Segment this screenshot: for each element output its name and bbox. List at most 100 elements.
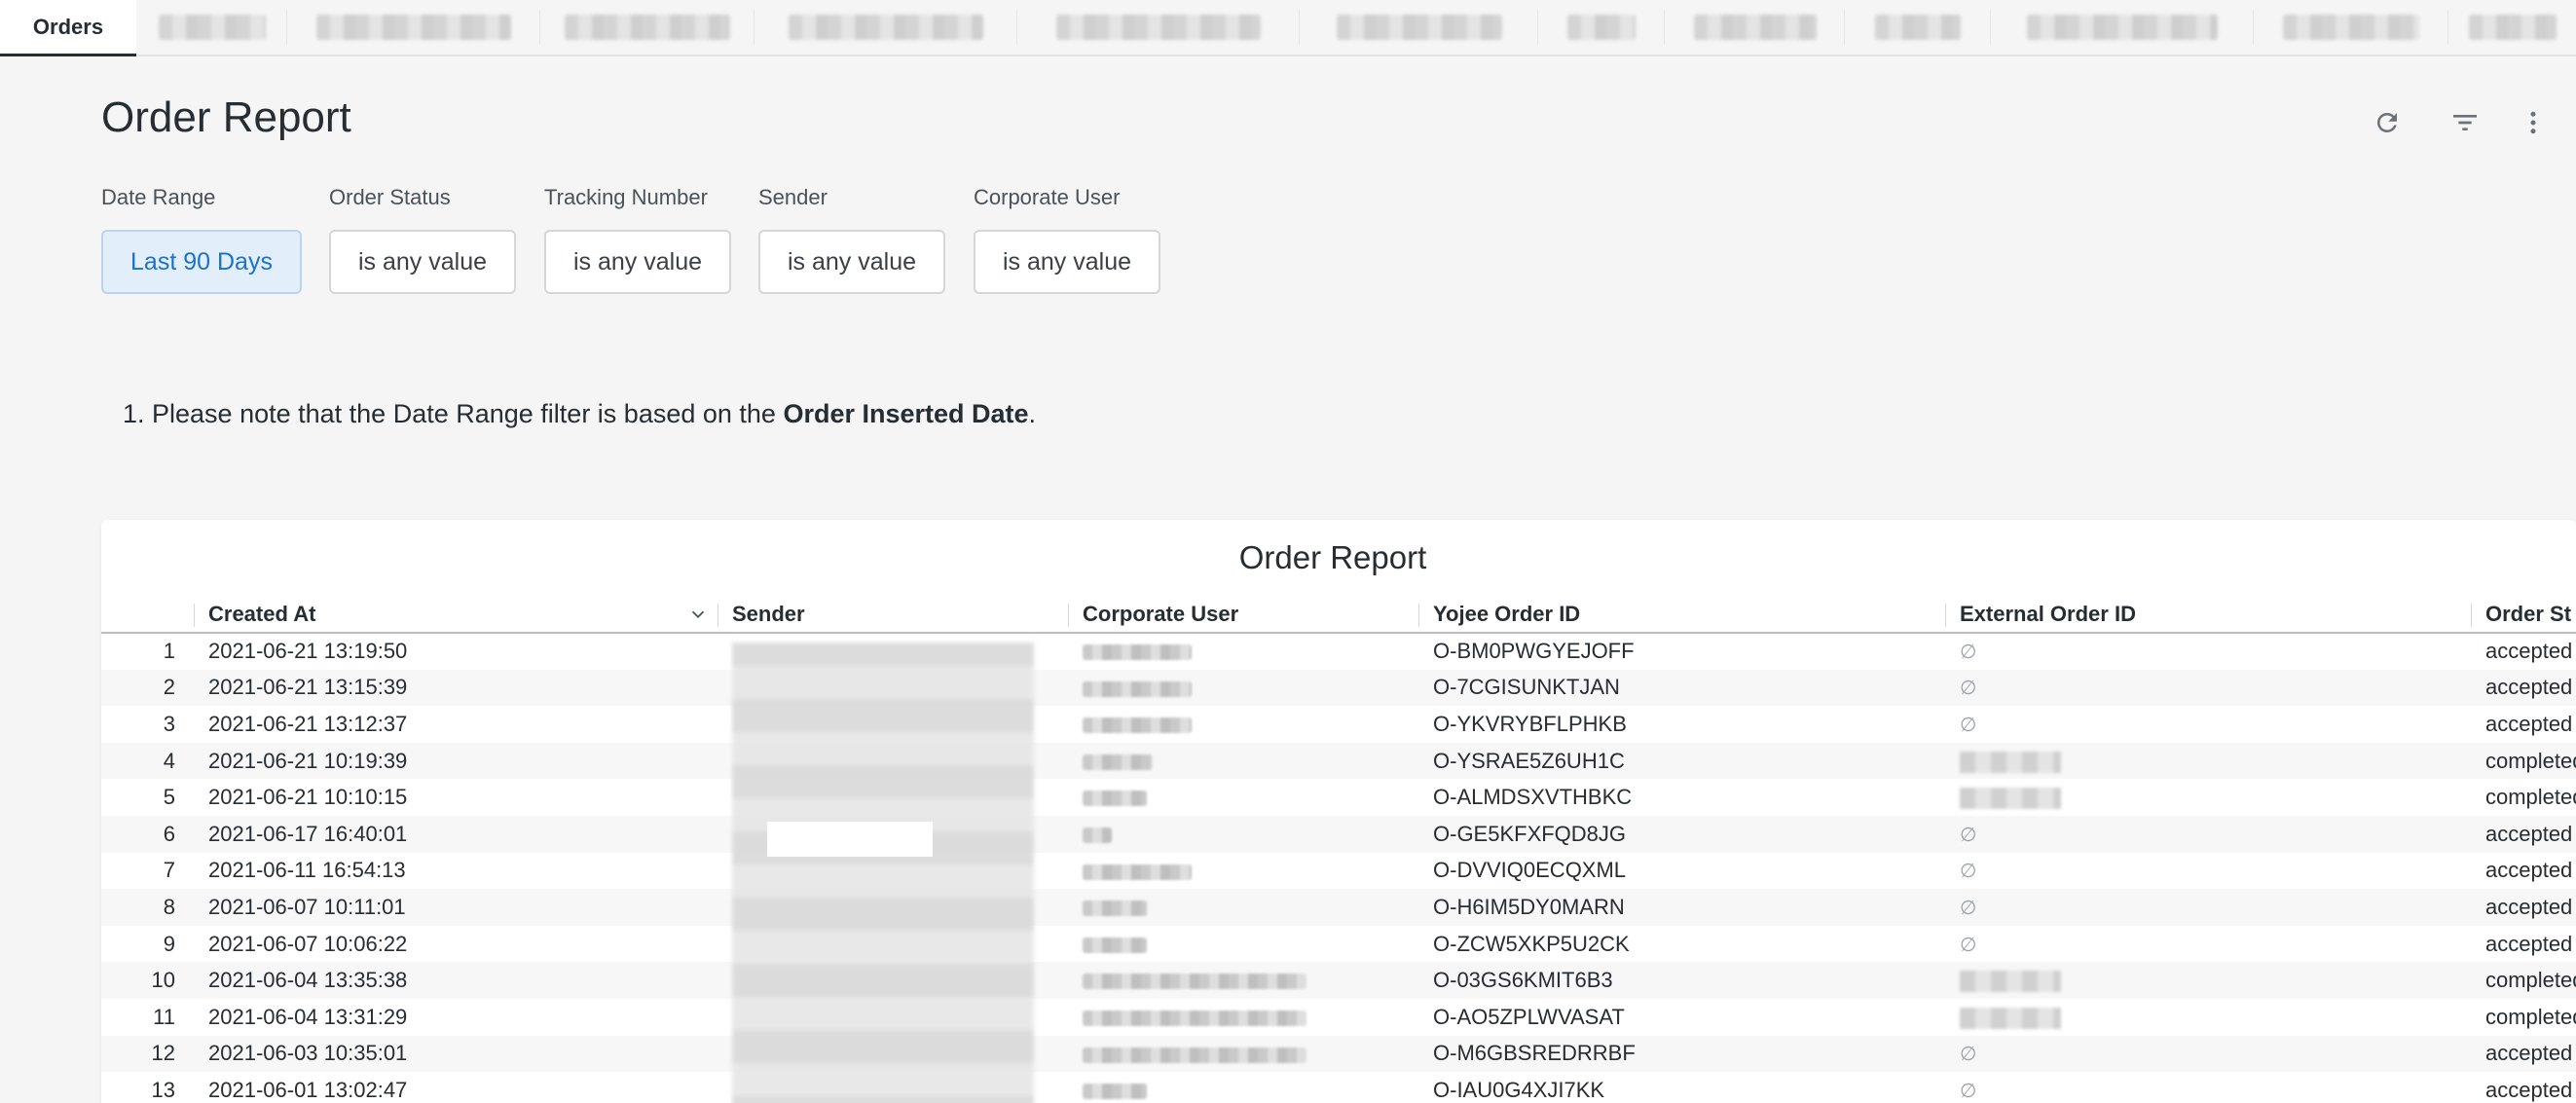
- refresh-icon[interactable]: [2366, 101, 2409, 144]
- table-row[interactable]: 2 2021-06-21 13:15:39 O-7CGISUNKTJAN ∅ accep…: [101, 669, 2576, 707]
- tab-redacted[interactable]: [1300, 0, 1538, 55]
- table-row[interactable]: 11 2021-06-04 13:31:29 O-AO5ZPLWVASAT compl…: [101, 999, 2576, 1036]
- tab-redacted[interactable]: [136, 0, 287, 55]
- yojee-order-id-cell[interactable]: O-03GS6KMIT6B3: [1419, 962, 1946, 999]
- order-report-table: Created At Sender Corporate User Yojee O…: [101, 596, 2576, 1103]
- corporate-user-cell: [1069, 1035, 1419, 1073]
- tab-redacted[interactable]: [540, 0, 754, 55]
- corporate-user-filter-button[interactable]: is any value: [974, 230, 1160, 294]
- created-at-cell: 2021-06-11 16:54:13: [208, 858, 406, 883]
- yojee-order-id-cell[interactable]: O-DVVIQ0ECQXML: [1419, 853, 1946, 890]
- filter-label: Tracking Number: [544, 185, 708, 209]
- table-row[interactable]: 1 2021-06-21 13:19:50 O-BM0PWGYEJOFF ∅ accep…: [101, 633, 2576, 670]
- yojee-order-id-cell[interactable]: O-IAU0G4XJI7KK: [1419, 1072, 1946, 1103]
- null-value-icon: ∅: [1960, 714, 1977, 736]
- page-title: Order Report: [101, 93, 351, 141]
- yojee-order-id-cell[interactable]: O-7CGISUNKTJAN: [1419, 669, 1946, 707]
- table-row[interactable]: 3 2021-06-21 13:12:37 O-YKVRYBFLPHKB ∅ accep…: [101, 706, 2576, 743]
- tab-orders[interactable]: Orders: [0, 0, 136, 56]
- column-header-created-at[interactable]: Created At: [195, 596, 718, 634]
- sender-filter-button[interactable]: is any value: [758, 230, 945, 294]
- table-row[interactable]: 10 2021-06-04 13:35:38 O-03GS6KMIT6B3 compl…: [101, 962, 2576, 999]
- note-suffix: .: [1028, 399, 1037, 428]
- yojee-order-id-cell[interactable]: O-AO5ZPLWVASAT: [1419, 999, 1946, 1036]
- external-order-id-cell: ∅: [1946, 706, 2472, 743]
- tracking-number-filter-button[interactable]: is any value: [544, 230, 731, 294]
- order-status-cell: accepted: [2485, 1077, 2573, 1102]
- tab-redacted[interactable]: [1665, 0, 1845, 55]
- table-row[interactable]: 6 2021-06-17 16:40:01 O-GE5KFXFQD8JG ∅ accep…: [101, 815, 2576, 853]
- row-number: 2: [101, 669, 195, 707]
- table-row[interactable]: 4 2021-06-21 10:19:39 O-YSRAE5Z6UH1C comple…: [101, 742, 2576, 780]
- row-number: 12: [101, 1035, 195, 1073]
- external-order-id-cell: ∅: [1946, 889, 2472, 926]
- more-vertical-icon[interactable]: [2512, 101, 2555, 144]
- column-header-external-order-id[interactable]: External Order ID: [1946, 596, 2472, 634]
- row-number: 3: [163, 711, 175, 736]
- null-value-icon: ∅: [1960, 897, 1977, 919]
- tab-redacted[interactable]: [1017, 0, 1300, 55]
- yojee-order-id-cell[interactable]: O-M6GBSREDRRBF: [1419, 1035, 1946, 1073]
- external-order-id-cell: ∅: [1946, 669, 2472, 707]
- date-range-filter-button[interactable]: Last 90 Days: [101, 230, 302, 294]
- created-at-cell: 2021-06-01 13:02:47: [208, 1077, 408, 1102]
- redacted-external-order-id: [1960, 788, 2061, 810]
- tab-redacted[interactable]: [2254, 0, 2448, 55]
- table-row[interactable]: 7 2021-06-11 16:54:13 O-DVVIQ0ECQXML ∅ accep…: [101, 853, 2576, 890]
- note-text: 1. Please note that the Date Range filte…: [123, 399, 784, 428]
- yojee-order-id-cell[interactable]: O-BM0PWGYEJOFF: [1419, 633, 1946, 670]
- table-row[interactable]: 5 2021-06-21 10:10:15 O-ALMDSXVTHBKC comple…: [101, 779, 2576, 816]
- corporate-user-cell: [1069, 633, 1419, 670]
- table-title: Order Report: [1238, 539, 1427, 575]
- redacted-external-order-id: [1960, 1007, 2061, 1029]
- created-at-cell: 2021-06-21 10:19:39: [195, 742, 718, 780]
- corporate-user-cell: [1069, 853, 1419, 890]
- corporate-user-cell: [1069, 999, 1419, 1036]
- tab-redacted[interactable]: [1991, 0, 2254, 55]
- redacted-corporate-user: [1083, 717, 1192, 734]
- null-value-icon: ∅: [1960, 934, 1977, 956]
- tab-redacted[interactable]: [1845, 0, 1991, 55]
- column-header-yojee-order-id[interactable]: Yojee Order ID: [1419, 596, 1946, 634]
- corporate-user-cell: [1069, 926, 1419, 963]
- order-status-filter-button[interactable]: is any value: [329, 230, 516, 294]
- null-value-icon: ∅: [1960, 642, 1977, 664]
- table-row[interactable]: 12 2021-06-03 10:35:01 O-M6GBSREDRRBF ∅ acce…: [101, 1035, 2576, 1073]
- null-value-icon: ∅: [1960, 861, 1977, 883]
- corporate-user-cell: [1069, 706, 1419, 743]
- external-order-id-cell: ∅: [1946, 1035, 2472, 1073]
- tab-redacted[interactable]: [754, 0, 1017, 55]
- column-header-corporate-user[interactable]: Corporate User: [1069, 596, 1419, 634]
- redacted-sender-cell: [767, 822, 933, 857]
- table-row[interactable]: 9 2021-06-07 10:06:22 O-ZCW5XKP5U2CK ∅ accep…: [101, 926, 2576, 963]
- yojee-order-id-cell[interactable]: O-GE5KFXFQD8JG: [1419, 815, 1946, 853]
- external-order-id-cell: ∅: [1946, 853, 2472, 890]
- row-number: 4: [101, 742, 195, 780]
- filter-icon[interactable]: [2444, 101, 2486, 144]
- filter-sender: Sender is any value: [758, 185, 945, 294]
- external-order-id-cell: [1946, 742, 2472, 780]
- column-header-sender[interactable]: Sender: [718, 596, 1069, 634]
- corporate-user-cell: [1069, 742, 1419, 780]
- table-row[interactable]: 13 2021-06-01 13:02:47 O-IAU0G4XJI7KK ∅ acce…: [101, 1072, 2576, 1103]
- filter-date-range: Date Range Last 90 Days: [101, 185, 302, 294]
- tab-redacted[interactable]: [2448, 0, 2576, 55]
- yojee-order-id-cell[interactable]: O-H6IM5DY0MARN: [1419, 889, 1946, 926]
- created-at-cell: 2021-06-03 10:35:01: [195, 1035, 718, 1073]
- column-header-order-status[interactable]: Order St: [2472, 596, 2576, 634]
- yojee-order-id-cell[interactable]: O-ALMDSXVTHBKC: [1419, 779, 1946, 816]
- filter-label: Order Status: [329, 185, 451, 209]
- tab-redacted[interactable]: [287, 0, 540, 55]
- tab-redacted[interactable]: [1538, 0, 1665, 55]
- redacted-corporate-user: [1083, 1010, 1306, 1026]
- created-at-cell: 2021-06-04 13:31:29: [208, 1004, 408, 1029]
- order-status-cell: completed: [2472, 742, 2576, 780]
- yojee-order-id-cell[interactable]: O-ZCW5XKP5U2CK: [1419, 926, 1946, 963]
- yojee-order-id-cell[interactable]: O-YSRAE5Z6UH1C: [1419, 742, 1946, 780]
- filter-label: Sender: [758, 185, 828, 209]
- order-status-cell: accepted: [2472, 889, 2576, 926]
- table-row[interactable]: 8 2021-06-07 10:11:01 O-H6IM5DY0MARN ∅ accep…: [101, 889, 2576, 926]
- chevron-down-icon[interactable]: [687, 604, 709, 631]
- external-order-id-cell: [1946, 962, 2472, 999]
- yojee-order-id-cell[interactable]: O-YKVRYBFLPHKB: [1419, 706, 1946, 743]
